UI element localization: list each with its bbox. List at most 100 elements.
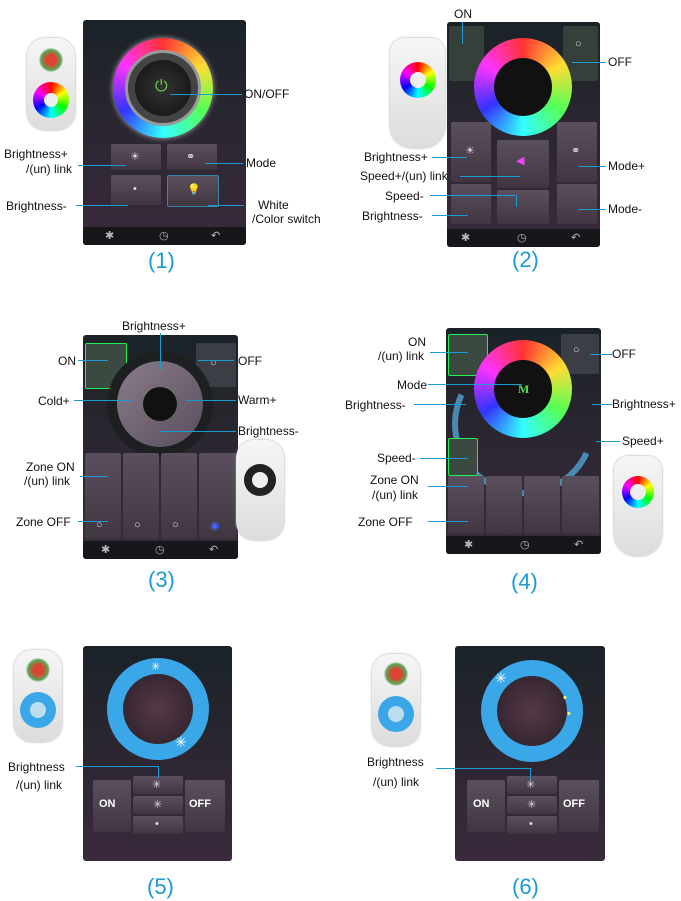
menu-icon[interactable]: ✱	[461, 231, 470, 244]
brightness-up-tile[interactable]: ✳	[507, 776, 557, 794]
off-btn-label: OFF	[563, 798, 585, 810]
brightness-up-tile[interactable]: ✳	[133, 776, 183, 794]
zone-3-tile[interactable]	[524, 476, 560, 534]
off-ring-icon: ○	[210, 357, 217, 369]
caption-6: (6)	[512, 874, 539, 899]
brightness-plus-tile[interactable]: ☀	[451, 122, 491, 182]
label-link: /(un) link	[24, 474, 71, 488]
remote-rgb-long	[614, 456, 662, 556]
zone-1-tile[interactable]	[448, 476, 484, 534]
label-speed-plus: Speed+	[622, 434, 664, 448]
remote-rgb-long	[390, 38, 445, 148]
off-ring-icon: ○	[573, 344, 580, 356]
label-brightness-plus: Brightness+	[122, 319, 186, 333]
on-button[interactable]: ON	[467, 780, 505, 832]
label-mode: Mode	[246, 156, 277, 170]
off-ring-icon: ○	[575, 38, 582, 50]
zone-off-icon: ○	[134, 519, 141, 531]
remote-cct-oval	[372, 654, 420, 746]
phone-screen-2: ○ ☀ ⚭ ◀ ✱ ◷ ↶	[447, 22, 600, 247]
label-brightness-minus: Brightness-	[362, 209, 423, 223]
on-btn-label: ON	[473, 798, 490, 810]
brightness-minus-tile[interactable]	[451, 184, 491, 224]
caption-5: (5)	[147, 874, 174, 899]
label-link: /(un) link	[16, 778, 63, 792]
brightness-mid-tile[interactable]: ✳	[507, 796, 557, 814]
off-button[interactable]: OFF	[559, 780, 599, 832]
label-on: ON	[58, 354, 76, 368]
label-brightness-plus: Brightness+	[364, 150, 428, 164]
back-icon[interactable]: ↶	[574, 538, 583, 551]
android-nav-bar: ✱ ◷ ↶	[83, 541, 238, 559]
label-on-link: /(un) link	[378, 349, 425, 363]
label-zone-off: Zone OFF	[16, 515, 71, 529]
caption-3: (3)	[148, 567, 175, 592]
on-button[interactable]: ON	[93, 780, 131, 832]
brightness-down-tile[interactable]: •	[133, 816, 183, 834]
home-icon[interactable]: ◷	[155, 543, 165, 556]
zone-3-tile[interactable]: ○	[161, 453, 197, 539]
label-warm: Warm+	[238, 393, 277, 407]
dot-icon: •	[529, 818, 533, 830]
brightness-down-tile[interactable]: •	[507, 816, 557, 834]
label-zone-off: Zone OFF	[358, 515, 413, 529]
remote-cct-oval	[14, 650, 62, 742]
menu-icon[interactable]: ✱	[101, 543, 110, 556]
zone-off-icon: ○	[172, 519, 179, 531]
back-icon[interactable]: ↶	[571, 231, 580, 244]
brightness-mid-tile[interactable]: ✳	[133, 796, 183, 814]
remote-cct	[236, 440, 284, 540]
sun-icon: ✳	[152, 779, 162, 791]
label-brightness: Brightness	[367, 755, 424, 769]
label-zone-on: Zone ON	[26, 460, 75, 474]
label-mode: Mode	[397, 378, 428, 392]
home-icon[interactable]: ◷	[517, 231, 527, 244]
mode-minus-tile[interactable]	[557, 184, 597, 224]
mode-icon: ⚭	[186, 151, 196, 163]
label-speed-minus: Speed-	[377, 451, 416, 465]
label-brightness-minus: Brightness-	[238, 424, 299, 438]
off-button[interactable]: OFF	[185, 780, 225, 832]
label-brightness-plus: Brightness+	[4, 147, 68, 161]
label-zone-on: Zone ON	[370, 473, 419, 487]
phone-screen-1: ⏻ ☀ ⚭ • 💡 ✱ ◷ ↶	[83, 20, 246, 245]
label-color-switch: /Color switch	[252, 212, 321, 226]
mode-plus-tile[interactable]: ⚭	[557, 122, 597, 182]
zone-4-tile[interactable]: ◉	[199, 453, 236, 539]
warm-dots: •	[563, 692, 567, 704]
power-icon[interactable]: ⏻	[155, 78, 168, 96]
brightness-minus-tile[interactable]: •	[111, 175, 161, 205]
label-mode-plus: Mode+	[608, 159, 646, 173]
label-link: /(un) link	[373, 775, 420, 789]
mode-tile[interactable]: ⚭	[167, 144, 217, 170]
label-link: /(un) link	[26, 162, 73, 176]
sun-icon: ✳	[495, 670, 507, 686]
label-on: ON	[454, 7, 472, 21]
zone-2-tile[interactable]: ○	[123, 453, 159, 539]
home-icon[interactable]: ◷	[159, 229, 169, 242]
brightness-plus-tile[interactable]: ☀	[111, 144, 161, 170]
label-brightness: Brightness	[8, 760, 65, 774]
home-icon[interactable]: ◷	[520, 538, 530, 551]
white-color-tile[interactable]: 💡	[167, 175, 219, 207]
label-onoff: ON/OFF	[244, 87, 290, 101]
back-icon[interactable]: ↶	[211, 229, 220, 242]
zone-2-tile[interactable]	[486, 476, 522, 534]
label-off: OFF	[608, 55, 632, 69]
menu-icon[interactable]: ✱	[105, 229, 114, 242]
label-speed-minus: Speed-	[385, 189, 424, 203]
menu-icon[interactable]: ✱	[464, 538, 473, 551]
back-icon[interactable]: ↶	[209, 543, 218, 556]
label-speed-plus: Speed+/(un) link	[360, 169, 448, 183]
mode-icon: ⚭	[571, 145, 581, 157]
speed-minus-tile[interactable]	[448, 438, 478, 476]
caption-2: (2)	[512, 247, 539, 272]
sun-icon: ✳	[153, 799, 163, 811]
phone-screen-6: ✳ • • ON ✳ ✳ • OFF	[455, 646, 605, 861]
sun-icon: ✳	[175, 734, 187, 750]
dot-icon: •	[133, 183, 137, 195]
zone-1-tile[interactable]: ○	[85, 453, 121, 539]
phone-screen-4: ○ M ✱ ◷ ↶	[446, 328, 601, 554]
speed-link-tile[interactable]: ◀	[497, 140, 549, 188]
zone-4-tile[interactable]	[562, 476, 599, 534]
